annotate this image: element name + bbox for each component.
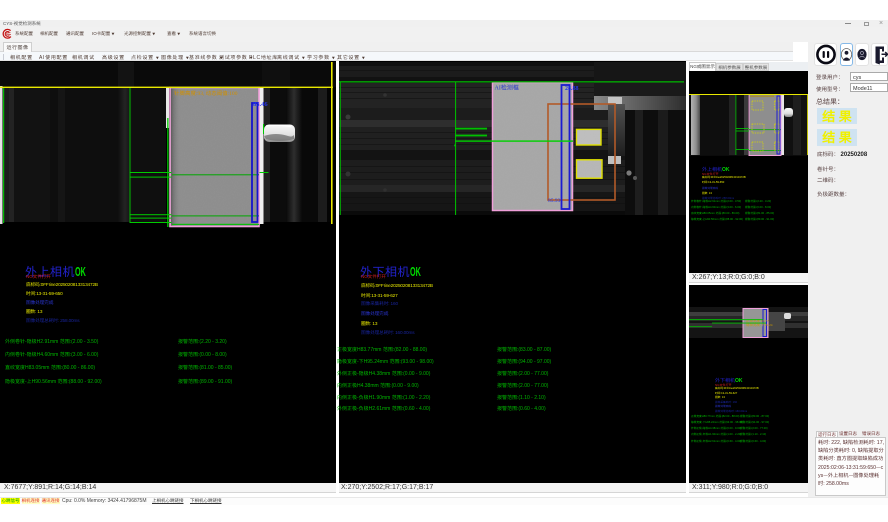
svg-text:28.88: 28.88 [565, 83, 579, 92]
svg-text:针脚高度:93, 动态阈值:100: 针脚高度:93, 动态阈值:100 [174, 89, 238, 97]
svg-text:85.93: 85.93 [548, 196, 561, 204]
svg-text:AI检测框: AI检测框 [495, 83, 519, 92]
svg-text:83.46: 83.46 [253, 98, 268, 108]
svg-text:隐极宽度-下95.24: 隐极宽度-下95.24 [746, 323, 773, 328]
